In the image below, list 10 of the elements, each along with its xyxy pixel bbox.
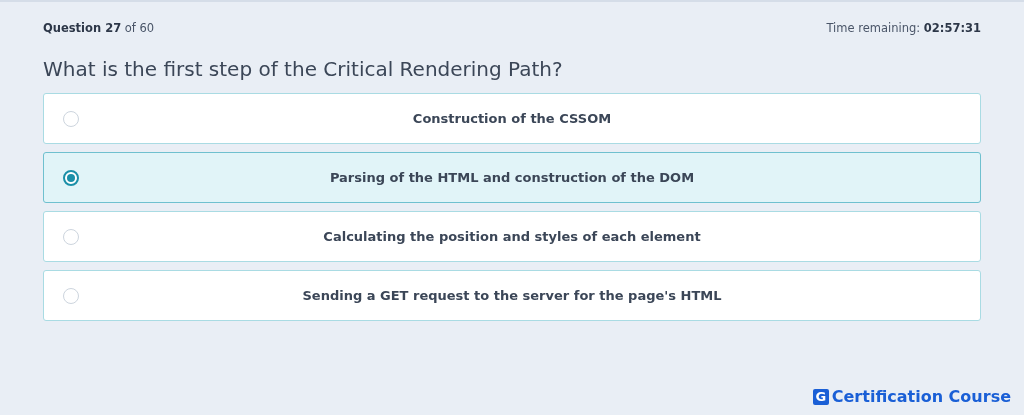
time-remaining: Time remaining: 02:57:31 <box>826 21 981 35</box>
answer-option[interactable]: Parsing of the HTML and construction of the DOM <box>43 152 981 203</box>
radio-button[interactable] <box>63 170 79 186</box>
question-counter: Question 27 of 60 <box>43 21 155 35</box>
question-text: What is the first step of the Critical Rendering Path? <box>43 57 564 81</box>
answer-option[interactable]: Construction of the CSSOM <box>43 93 981 144</box>
answer-option[interactable]: Calculating the position and styles of each element <box>43 211 981 262</box>
logo-mark: G <box>812 388 829 405</box>
logo-text: Certification Course <box>831 387 1011 406</box>
answer-option[interactable]: Sending a GET request to the server for the page's HTML <box>43 270 981 321</box>
